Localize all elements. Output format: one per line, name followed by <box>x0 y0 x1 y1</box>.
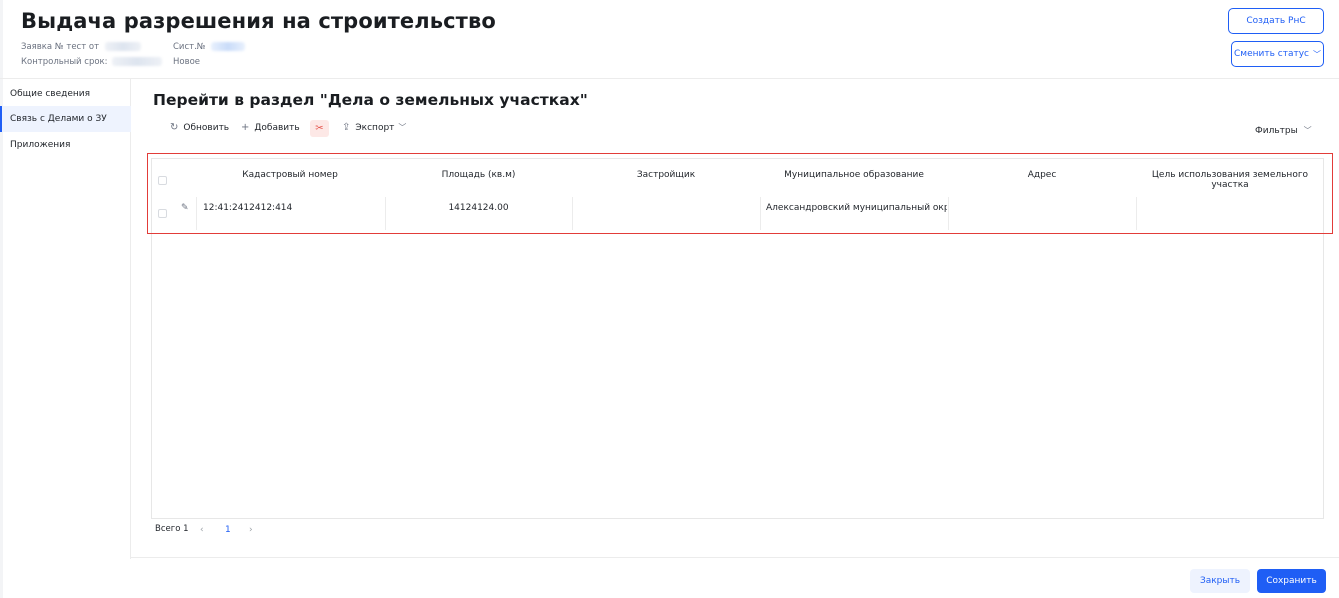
footer-bar <box>131 557 1339 598</box>
page-title: Выдача разрешения на строительство <box>21 9 496 33</box>
redacted-date <box>104 42 141 51</box>
column-divider <box>385 197 386 230</box>
section-title[interactable]: Перейти в раздел "Дела о земельных участ… <box>153 91 588 109</box>
column-header-municipality[interactable]: Муниципальное образование <box>760 170 948 180</box>
column-header-cadastral[interactable]: Кадастровый номер <box>200 170 380 180</box>
refresh-button[interactable]: ↻ Обновить <box>170 122 229 133</box>
system-number: Сист.№ <box>173 42 246 52</box>
column-header-area[interactable]: Площадь (кв.м) <box>385 170 572 180</box>
column-header-developer[interactable]: Застройщик <box>572 170 760 180</box>
create-permit-button[interactable]: Создать РнС <box>1228 8 1324 34</box>
save-button[interactable]: Сохранить <box>1257 569 1326 593</box>
edit-icon[interactable]: ✎ <box>181 203 189 213</box>
upload-icon: ⇪ <box>342 122 351 133</box>
sidebar-item-attachments[interactable]: Приложения <box>0 132 131 158</box>
close-button[interactable]: Закрыть <box>1190 569 1250 593</box>
delete-button[interactable]: ✂ <box>310 120 329 137</box>
chevron-left-icon[interactable]: ‹ <box>200 525 204 535</box>
chevron-down-icon: ﹀ <box>1312 49 1321 59</box>
redacted-deadline <box>112 57 163 66</box>
select-all-checkbox[interactable] <box>158 176 167 185</box>
chevron-right-icon[interactable]: › <box>249 525 253 535</box>
column-header-purpose[interactable]: Цель использования земельного участка <box>1150 170 1310 190</box>
pagination-total: Всего 1 <box>155 524 189 534</box>
export-button[interactable]: ⇪ Экспорт ﹀ <box>342 122 406 133</box>
redacted-sys-number <box>211 42 246 51</box>
chevron-down-icon: ﹀ <box>1303 126 1312 135</box>
column-divider <box>196 197 197 230</box>
refresh-icon: ↻ <box>170 122 179 133</box>
page-number[interactable]: 1 <box>225 525 231 535</box>
add-button[interactable]: + Добавить <box>241 122 300 133</box>
cell-area[interactable]: 14124124.00 <box>385 203 572 213</box>
deadline: Контрольный срок: <box>21 57 163 67</box>
chevron-down-icon: ﹀ <box>398 123 407 132</box>
request-number: Заявка № тест от <box>21 42 141 52</box>
sidebar: Общие сведения Связь с Делами о ЗУ Прило… <box>0 79 131 559</box>
column-divider <box>572 197 573 230</box>
sidebar-item-general[interactable]: Общие сведения <box>0 81 131 107</box>
sidebar-item-land-cases[interactable]: Связь с Делами о ЗУ <box>0 106 131 132</box>
row-checkbox[interactable] <box>158 209 167 218</box>
column-divider <box>1136 197 1137 230</box>
plus-icon: + <box>241 122 250 133</box>
delete-icon: ✂ <box>315 123 324 134</box>
column-header-address[interactable]: Адрес <box>948 170 1136 180</box>
filters-button[interactable]: Фильтры ﹀ <box>1255 125 1312 136</box>
cell-municipality[interactable]: Александровский муниципальный округ <box>766 203 947 213</box>
status-text: Новое <box>173 57 201 67</box>
column-divider <box>760 197 761 230</box>
cell-cadastral-number[interactable]: 12:41:2412412:414 <box>203 203 381 213</box>
column-divider <box>948 197 949 230</box>
page-header: Выдача разрешения на строительство Заявк… <box>0 0 1339 79</box>
change-status-button[interactable]: Сменить статус ﹀ <box>1231 41 1324 67</box>
